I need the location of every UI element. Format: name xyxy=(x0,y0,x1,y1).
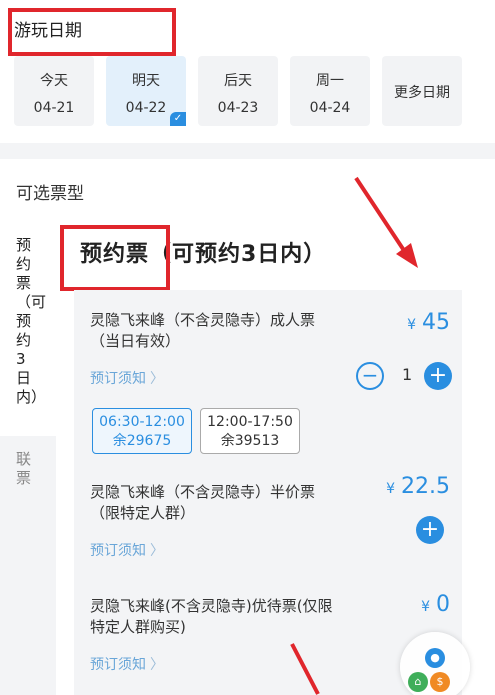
currency-symbol: ¥ xyxy=(421,599,430,615)
ticket-type-tabs: 预约票（可预约3日内） 联票 xyxy=(0,222,56,695)
date-weekday: 今天 xyxy=(40,73,68,89)
ticket-name: 灵隐飞来峰（不含灵隐寺）成人票（当日有效） xyxy=(90,311,316,350)
ticket-price: ¥22.5 xyxy=(360,474,450,499)
minus-circle-icon[interactable]: − xyxy=(356,362,384,390)
ticket-list: 灵隐飞来峰（不含灵隐寺）成人票（当日有效） 预订须知〉 ¥45 − 1 + 06… xyxy=(74,290,462,695)
ticket-price: ¥45 xyxy=(380,310,450,335)
date-weekday: 明天 xyxy=(132,73,160,89)
annotation-box-section xyxy=(60,225,170,291)
check-icon: ✓ xyxy=(170,112,186,126)
slot-time: 06:30-12:00 xyxy=(99,414,185,430)
home-icon: ⌂ xyxy=(408,672,428,692)
chevron-right-icon: 〉 xyxy=(150,657,164,673)
ticket-name: 灵隐飞来峰（不含灵隐寺）半价票（限特定人群） xyxy=(90,483,316,522)
floating-menu-icon[interactable]: ● ⌂ $ xyxy=(400,632,470,695)
slot-remaining: 余29675 xyxy=(112,433,172,449)
bag-icon: $ xyxy=(430,672,450,692)
tab-label: 预约票（可预约3日内） xyxy=(16,236,47,406)
tab-label: 联票 xyxy=(16,450,32,487)
chevron-right-icon: 〉 xyxy=(150,371,164,387)
date-value: 04-23 xyxy=(217,100,259,116)
person-icon: ● xyxy=(425,648,445,668)
date-card-tomorrow[interactable]: 明天 04-22 ✓ xyxy=(106,56,186,126)
tab-combo-ticket[interactable]: 联票 xyxy=(0,450,56,488)
time-slot-afternoon[interactable]: 12:00-17:50 余39513 xyxy=(200,408,300,454)
annotation-box-title xyxy=(8,8,176,56)
booking-notice-link[interactable]: 预订须知〉 xyxy=(90,540,450,560)
ticket-name: 灵隐飞来峰(不含灵隐寺)优待票(仅限特定人群购买) xyxy=(90,597,333,636)
ticket-item-half-price: 灵隐飞来峰（不含灵隐寺）半价票（限特定人群） 预订须知〉 ¥22.5 + xyxy=(90,474,450,572)
ticket-item-adult: 灵隐飞来峰（不含灵隐寺）成人票（当日有效） 预订须知〉 ¥45 − 1 + 06… xyxy=(90,310,452,490)
section-divider xyxy=(0,143,495,159)
notice-label: 预订须知 xyxy=(90,371,146,387)
slot-remaining: 余39513 xyxy=(220,433,280,449)
date-weekday: 后天 xyxy=(224,73,252,89)
ticket-item-preferential: 灵隐飞来峰(不含灵隐寺)优待票(仅限特定人群购买) 预订须知〉 ¥0 xyxy=(90,592,450,686)
price-amount: 22.5 xyxy=(401,474,450,499)
date-card-monday[interactable]: 周一 04-24 xyxy=(290,56,370,126)
ticket-price: ¥0 xyxy=(380,592,450,617)
date-card-day-after[interactable]: 后天 04-23 xyxy=(198,56,278,126)
plus-circle-icon[interactable]: + xyxy=(416,516,444,544)
ticket-types-title: 可选票型 xyxy=(16,184,84,204)
notice-label: 预订须知 xyxy=(90,543,146,559)
slot-time: 12:00-17:50 xyxy=(207,414,293,430)
chevron-right-icon: 〉 xyxy=(150,543,164,559)
date-selector: 今天 04-21 明天 04-22 ✓ 后天 04-23 周一 04-24 更多… xyxy=(14,56,464,128)
quantity-stepper: − 1 + xyxy=(356,362,452,392)
currency-symbol: ¥ xyxy=(386,481,396,497)
date-value: 04-21 xyxy=(33,100,75,116)
red-arrow-icon xyxy=(354,176,418,268)
date-weekday: 周一 xyxy=(316,73,344,89)
currency-symbol: ¥ xyxy=(407,317,416,333)
price-amount: 0 xyxy=(436,592,450,617)
more-dates-label: 更多日期 xyxy=(394,85,450,101)
booking-notice-link[interactable]: 预订须知〉 xyxy=(90,654,450,674)
plus-circle-icon[interactable]: + xyxy=(424,362,452,390)
price-amount: 45 xyxy=(422,310,450,335)
date-card-today[interactable]: 今天 04-21 xyxy=(14,56,94,126)
time-slot-morning[interactable]: 06:30-12:00 余29675 xyxy=(92,408,192,454)
quantity-value: 1 xyxy=(402,365,413,384)
tab-reservation-ticket[interactable]: 预约票（可预约3日内） xyxy=(0,222,56,436)
date-value: 04-24 xyxy=(309,100,351,116)
more-dates-button[interactable]: 更多日期 xyxy=(382,56,462,126)
notice-label: 预订须知 xyxy=(90,657,146,673)
